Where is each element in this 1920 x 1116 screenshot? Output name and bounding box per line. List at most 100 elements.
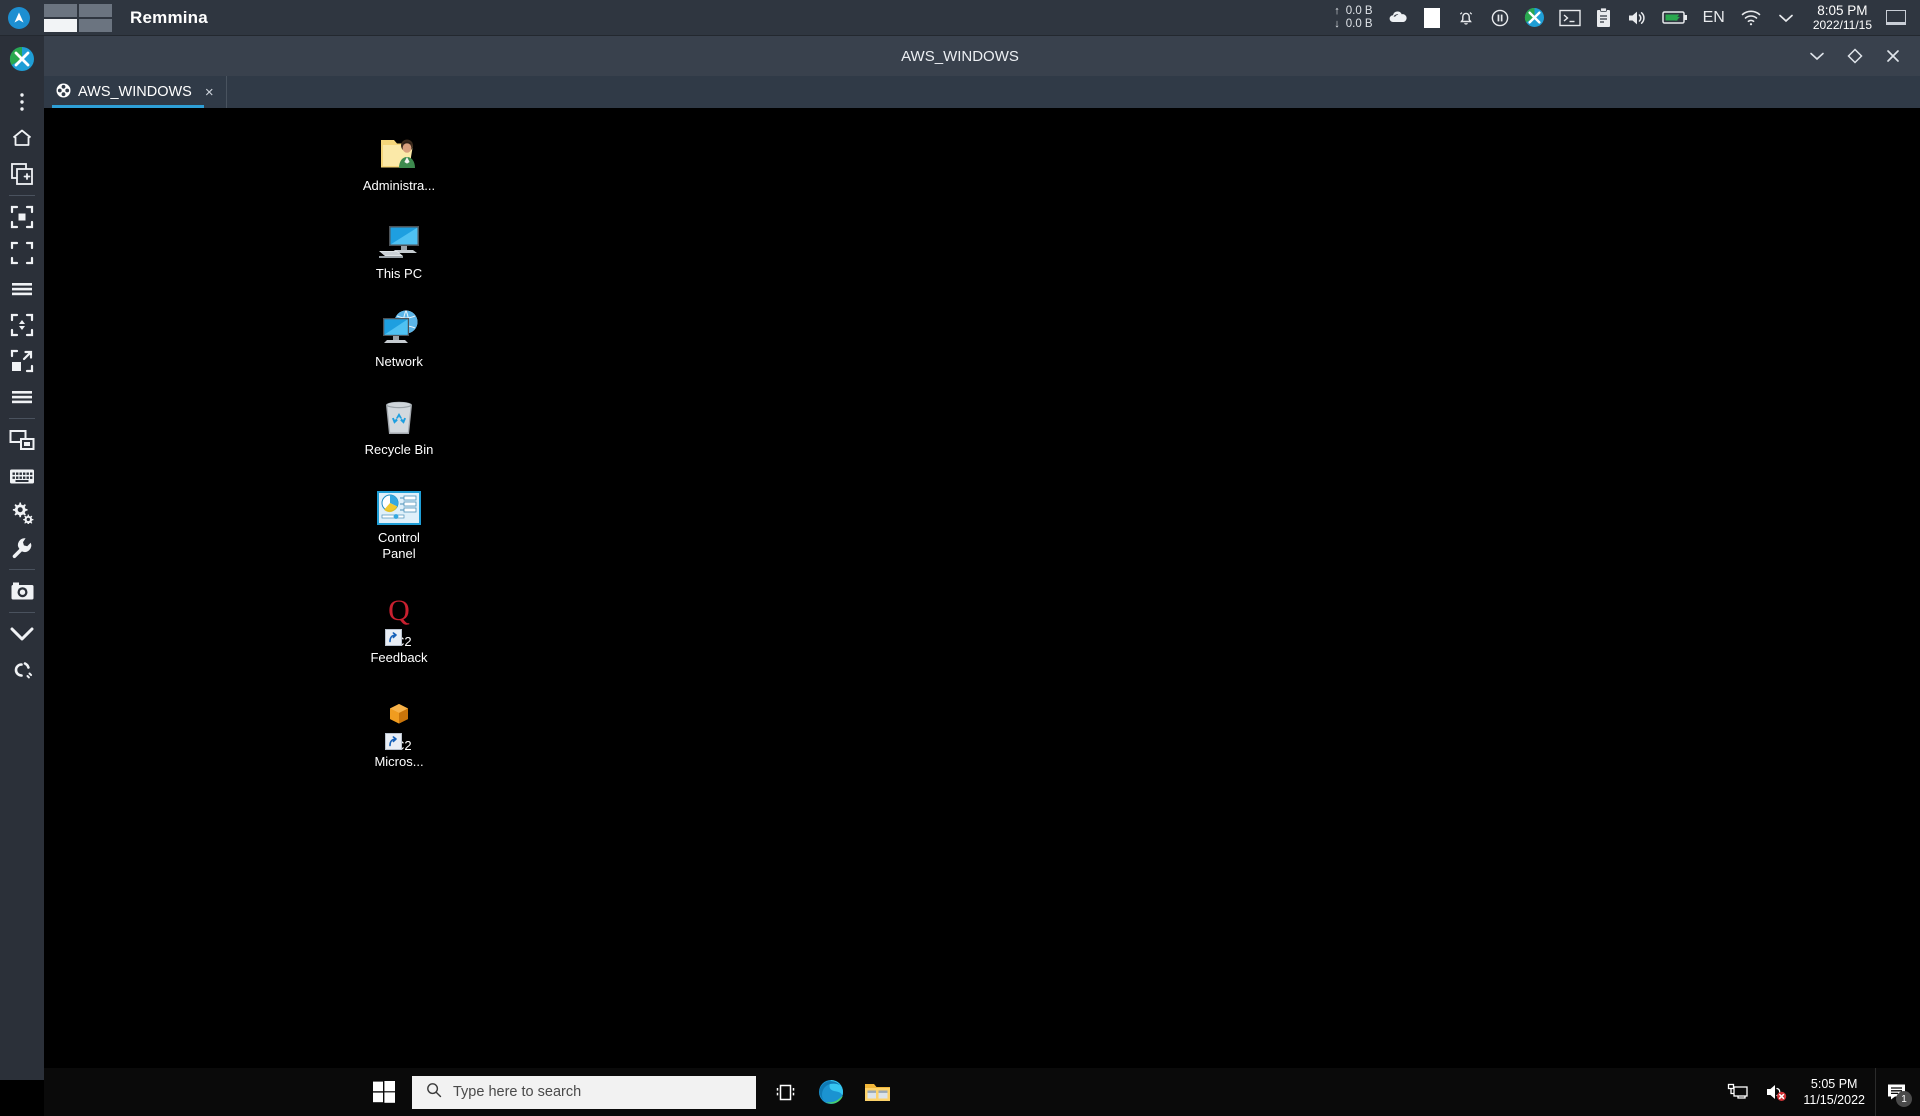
workspace-switcher[interactable]: [44, 3, 112, 32]
disconnect-icon[interactable]: [0, 652, 44, 688]
arch-logo-icon[interactable]: [8, 6, 30, 29]
shortcut-arrow-badge: [385, 733, 402, 750]
taskbar-left-group: Type here to search: [360, 1068, 900, 1116]
home-icon[interactable]: [0, 120, 44, 156]
desktop-icon-recycle-bin[interactable]: Recycle Bin: [344, 390, 454, 458]
active-app-title: Remmina: [130, 7, 208, 27]
rdp-diamond-icon: [56, 83, 71, 102]
search-placeholder-text: Type here to search: [453, 1084, 582, 1100]
volume-muted-icon[interactable]: [1757, 1068, 1797, 1116]
recycle-bin-icon: [379, 390, 419, 438]
desktop-icon-network[interactable]: Network: [344, 302, 454, 370]
remmina-window-title: AWS_WINDOWS: [901, 47, 1019, 65]
language-indicator[interactable]: EN: [1695, 9, 1733, 27]
tab-close-icon[interactable]: ×: [205, 84, 214, 101]
control-panel-line1: Control: [378, 530, 420, 545]
sidebar-separator: [9, 612, 35, 613]
close-x-icon[interactable]: [1876, 39, 1910, 73]
multi-monitor-icon[interactable]: [0, 422, 44, 458]
network-icon[interactable]: [1719, 1068, 1757, 1116]
maximize-diamond-icon[interactable]: [1838, 39, 1872, 73]
window-icon[interactable]: [1886, 10, 1906, 25]
desktop-icon-label: Administra...: [362, 178, 436, 193]
control-panel-line2: Panel: [382, 546, 416, 561]
desktop-icon-control-panel[interactable]: Control Panel: [344, 478, 454, 562]
remmina-window-controls: [1800, 36, 1910, 76]
os-top-panel: Remmina ↑ ↓ 0.0 B 0.0 B EN 8:05 PM 2022/…: [0, 0, 1920, 36]
remote-desktop-canvas[interactable]: Administra... This PC Network Recycle Bi…: [44, 108, 1920, 1116]
remmina-sidebar: [0, 36, 44, 1080]
ec2-package-icon: [379, 686, 419, 750]
desktop-icon-ec2-microsoft[interactable]: EC2Micros...: [344, 686, 454, 770]
download-speed-value: 0.0 B: [1345, 17, 1373, 30]
ec2-feedback-line2: Feedback: [370, 650, 428, 665]
os-clock-time: 8:05 PM: [1817, 2, 1868, 18]
workspace-2[interactable]: [79, 3, 112, 17]
desktop-icon-administrator[interactable]: Administra...: [344, 126, 454, 194]
pause-circle-icon[interactable]: [1483, 0, 1517, 36]
gears-icon[interactable]: [0, 494, 44, 530]
keyboard-icon[interactable]: [0, 458, 44, 494]
scale-icon[interactable]: [0, 307, 44, 343]
edge-browser-icon[interactable]: [808, 1068, 854, 1116]
ec2-micros-line2: Micros...: [374, 754, 424, 769]
minimize-chevron-icon[interactable]: [0, 616, 44, 652]
remmina-tabstrip: AWS_WINDOWS ×: [44, 76, 1920, 108]
bell-muted-icon[interactable]: [1449, 0, 1483, 36]
search-input[interactable]: Type here to search: [412, 1075, 756, 1109]
xfce-app-icon[interactable]: [1517, 0, 1552, 36]
control-panel-icon: [376, 478, 422, 526]
tab-label: AWS_WINDOWS: [78, 84, 192, 100]
remmina-logo-icon[interactable]: [9, 46, 35, 72]
windows-start-icon[interactable]: [360, 1068, 408, 1116]
desktop-icon-label: This PC: [375, 266, 423, 281]
search-icon: [426, 1082, 442, 1103]
upload-speed-value: 0.0 B: [1345, 4, 1373, 17]
terminal-icon[interactable]: [1552, 0, 1588, 36]
shortcut-arrow-badge: [385, 629, 402, 646]
action-center-badge: 1: [1896, 1091, 1912, 1107]
minimize-chevron-icon[interactable]: [1800, 39, 1834, 73]
battery-icon[interactable]: [1655, 0, 1695, 36]
network-globe-icon: [375, 302, 423, 350]
os-system-tray: ↑ ↓ 0.0 B 0.0 B EN 8:05 PM 2022/11/15: [1326, 0, 1920, 36]
desktop-icon-ec2-feedback[interactable]: Q EC2Feedback: [344, 582, 454, 666]
wrench-icon[interactable]: [0, 530, 44, 566]
upload-arrow-icon: ↑: [1334, 4, 1340, 17]
volume-icon[interactable]: [1619, 0, 1655, 36]
clipboard-icon[interactable]: [1588, 0, 1619, 36]
fullscreen-icon[interactable]: [0, 235, 44, 271]
dynamic-resize-icon[interactable]: [0, 343, 44, 379]
fit-window-icon[interactable]: [0, 199, 44, 235]
network-speed-indicator: ↑ ↓ 0.0 B 0.0 B: [1326, 5, 1380, 31]
os-panel-clock[interactable]: 8:05 PM 2022/11/15: [1803, 2, 1882, 32]
menu-kebab-icon[interactable]: [0, 84, 44, 120]
file-explorer-icon[interactable]: [854, 1068, 900, 1116]
desktop-icon-column: Administra... This PC Network Recycle Bi…: [344, 126, 454, 790]
desktop-icon-label: Network: [375, 354, 423, 369]
screenshot-camera-icon[interactable]: [0, 573, 44, 609]
chevron-down-icon[interactable]: [1769, 0, 1803, 36]
toolbar-list-icon[interactable]: [0, 271, 44, 307]
weather-cloud-icon[interactable]: [1381, 0, 1415, 36]
desktop-icon-this-pc[interactable]: This PC: [344, 214, 454, 282]
workspace-3[interactable]: [44, 18, 77, 32]
sidebar-separator: [9, 418, 35, 419]
taskbar-clock[interactable]: 5:05 PM 11/15/2022: [1797, 1076, 1875, 1108]
workspace-1[interactable]: [44, 3, 77, 17]
windows-taskbar: Type here to search 5:05 PM 11/15/2022 1: [44, 1068, 1920, 1116]
wifi-icon[interactable]: [1733, 0, 1769, 36]
preferences-list-icon[interactable]: [0, 379, 44, 415]
new-connection-icon[interactable]: [0, 156, 44, 192]
svg-text:Q: Q: [388, 594, 410, 627]
workspace-4[interactable]: [79, 18, 112, 32]
os-clock-date: 2022/11/15: [1812, 17, 1872, 32]
remmina-titlebar: AWS_WINDOWS: [0, 36, 1920, 76]
tab-aws-windows[interactable]: AWS_WINDOWS ×: [44, 76, 227, 108]
white-square-icon[interactable]: [1415, 0, 1449, 36]
action-center-icon[interactable]: 1: [1875, 1068, 1920, 1116]
task-view-icon[interactable]: [764, 1068, 808, 1116]
remmina-window: AWS_WINDOWS AWS_WINDOWS × Administra... …: [0, 36, 1920, 1116]
desktop-icon-label: Recycle Bin: [364, 442, 434, 457]
user-folder-icon: [376, 126, 422, 174]
